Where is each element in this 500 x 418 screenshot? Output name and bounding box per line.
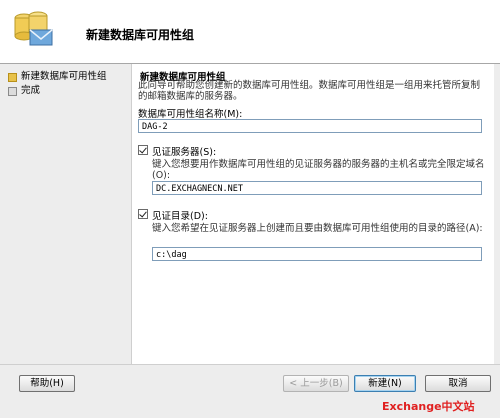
- witness-server-checkbox[interactable]: [138, 145, 148, 155]
- wizard-nav: 新建数据库可用性组 完成: [8, 70, 128, 98]
- cancel-button[interactable]: 取消: [425, 375, 491, 392]
- witness-server-input[interactable]: DC.EXCHAGNECN.NET: [152, 181, 482, 195]
- witness-directory-input[interactable]: c:\dag: [152, 247, 482, 261]
- dag-name-input[interactable]: DAG-2: [138, 119, 482, 133]
- witness-directory-label: 见证目录(D):: [152, 211, 208, 222]
- back-button[interactable]: < 上一步(B): [283, 375, 349, 392]
- witness-server-prompt: 键入您想要用作数据库可用性组的见证服务器的服务器的主机名或完全限定域名(O):: [152, 159, 485, 181]
- nav-item-new-dag[interactable]: 新建数据库可用性组: [8, 70, 128, 84]
- nav-item-label: 完成: [21, 85, 41, 96]
- content-panel: 新建数据库可用性组 此向导可帮助您创建新的数据库可用性组。数据库可用性组是一组用…: [131, 64, 494, 364]
- page-title: 新建数据库可用性组: [86, 28, 195, 42]
- pending-step-icon: [8, 87, 17, 96]
- witness-server-label: 见证服务器(S):: [152, 147, 217, 158]
- active-step-icon: [8, 73, 17, 82]
- wizard-header: 新建数据库可用性组: [0, 0, 500, 64]
- new-button[interactable]: 新建(N): [354, 375, 416, 392]
- witness-directory-checkbox[interactable]: [138, 209, 148, 219]
- watermark-text: Exchange中文站: [382, 400, 475, 413]
- nav-item-label: 新建数据库可用性组: [21, 71, 107, 82]
- help-button[interactable]: 帮助(H): [19, 375, 75, 392]
- nav-item-complete[interactable]: 完成: [8, 84, 128, 98]
- dag-name-label: 数据库可用性组名称(M):: [138, 109, 243, 120]
- database-availability-group-icon: [14, 11, 53, 46]
- section-description: 此向导可帮助您创建新的数据库可用性组。数据库可用性组是一组用来托管所复制的邮箱数…: [138, 80, 481, 102]
- witness-directory-prompt: 键入您希望在见证服务器上创建而且要由数据库可用性组使用的目录的路径(A):: [152, 223, 483, 234]
